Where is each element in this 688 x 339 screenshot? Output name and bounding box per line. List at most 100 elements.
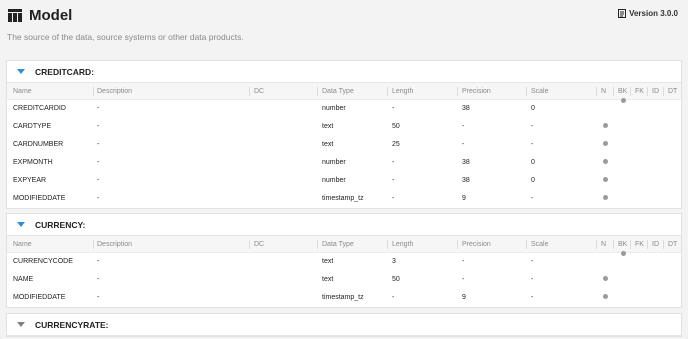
chevron-down-icon[interactable] (17, 69, 25, 74)
table-panel: CURRENCYRATE: (6, 313, 682, 337)
cell-scale: - (531, 258, 534, 265)
cell-name: CURRENCYCODE (13, 258, 73, 265)
panel-header[interactable]: CREDITCARD: (7, 61, 681, 83)
document-icon (618, 9, 627, 18)
column-divider (647, 87, 648, 96)
column-divider (663, 87, 664, 96)
nullable-dot-icon (603, 177, 608, 182)
column-header: Scale (531, 88, 549, 95)
column-header: FK (635, 88, 644, 95)
panel-title: CURRENCY: (35, 220, 86, 230)
column-header-row: Name Description DC Data Type Length Precisio… (7, 83, 681, 100)
panel-header[interactable]: CURRENCYRATE: (7, 314, 681, 336)
cell-scale: 0 (531, 105, 535, 112)
cell-length: 25 (392, 141, 400, 148)
cell-length: 3 (392, 258, 396, 265)
cell-data-type: timestamp_tz (322, 195, 364, 202)
cell-scale: - (531, 195, 534, 202)
cell-scale: - (531, 123, 534, 130)
column-divider (387, 87, 388, 96)
column-header-row: Name Description DC Data Type Length Precisio… (7, 236, 681, 253)
column-header: Description (97, 241, 133, 248)
page-header: Model Version 3.0.0 (0, 0, 688, 32)
column-header: ID (652, 88, 659, 95)
column-divider (93, 240, 94, 249)
cell-name: CREDITCARDID (13, 105, 66, 112)
cell-data-type: number (322, 105, 346, 112)
cell-data-type: number (322, 159, 346, 166)
nullable-dot-icon (603, 123, 608, 128)
column-header: DT (668, 88, 678, 95)
column-header: DC (254, 88, 265, 95)
column-divider (249, 240, 250, 249)
cell-name: EXPMONTH (13, 159, 53, 166)
column-header: Description (97, 88, 133, 95)
column-header: Precision (462, 241, 491, 248)
nullable-dot-icon (603, 141, 608, 146)
column-header: N (601, 88, 607, 95)
cell-data-type: text (322, 276, 334, 283)
cell-description: - (97, 123, 100, 130)
table-row: EXPMONTH - number - 38 0 (7, 154, 681, 172)
table-row: MODIFIEDDATE - timestamp_tz - 9 - (7, 289, 681, 307)
version-label: Version 3.0.0 (618, 9, 678, 18)
column-header: DT (668, 241, 678, 248)
nullable-dot-icon (603, 294, 608, 299)
cell-precision: - (462, 276, 465, 283)
table-row: EXPYEAR - number - 38 0 (7, 172, 681, 190)
business-key-dot-icon (621, 251, 626, 256)
cell-precision: - (462, 123, 465, 130)
column-divider (613, 87, 614, 96)
table-panel: CURRENCY: Name Description DC Data Type Lengt… (6, 213, 682, 308)
column-header: ID (652, 241, 659, 248)
column-divider (249, 87, 250, 96)
table-panel: CREDITCARD: Name Description DC Data Type Len… (6, 60, 682, 209)
cell-scale: - (531, 276, 534, 283)
cell-scale: 0 (531, 159, 535, 166)
cell-precision: 38 (462, 159, 470, 166)
table-row: NAME - text 50 - - (7, 271, 681, 289)
business-key-dot-icon (621, 98, 626, 103)
cell-length: - (392, 294, 395, 301)
cell-precision: - (462, 141, 465, 148)
panel-title: CURRENCYRATE: (35, 320, 109, 330)
panel-header[interactable]: CURRENCY: (7, 214, 681, 236)
column-header: Scale (531, 241, 549, 248)
column-header: FK (635, 241, 644, 248)
column-divider (317, 240, 318, 249)
nullable-dot-icon (603, 159, 608, 164)
column-divider (317, 87, 318, 96)
table-row: CREDITCARDID - number - 38 0 (7, 98, 681, 118)
chevron-down-icon[interactable] (17, 322, 25, 327)
table-row: MODIFIEDDATE - timestamp_tz - 9 - (7, 190, 681, 208)
column-divider (596, 240, 597, 249)
panel-title: CREDITCARD: (35, 67, 95, 77)
cell-length: - (392, 195, 395, 202)
table-row: CARDTYPE - text 50 - - (7, 118, 681, 136)
cell-precision: 38 (462, 105, 470, 112)
column-header: Name (13, 88, 32, 95)
cell-data-type: text (322, 123, 334, 130)
cell-length: - (392, 105, 395, 112)
cell-description: - (97, 105, 100, 112)
page-title: Model (29, 7, 73, 24)
column-divider (663, 240, 664, 249)
cell-description: - (97, 195, 100, 202)
chevron-down-icon[interactable] (17, 222, 25, 227)
cell-name: NAME (13, 276, 34, 283)
version-text: Version 3.0.0 (629, 9, 678, 18)
column-divider (613, 240, 614, 249)
cell-description: - (97, 294, 100, 301)
column-divider (387, 240, 388, 249)
cell-data-type: timestamp_tz (322, 294, 364, 301)
column-header: Data Type (322, 241, 354, 248)
cell-length: - (392, 159, 395, 166)
cell-length: 50 (392, 276, 400, 283)
cell-precision: 38 (462, 177, 470, 184)
column-header: N (601, 241, 607, 248)
cell-description: - (97, 141, 100, 148)
column-header: Length (392, 241, 414, 248)
cell-length: - (392, 177, 395, 184)
cell-scale: - (531, 294, 534, 301)
cell-precision: 9 (462, 195, 466, 202)
